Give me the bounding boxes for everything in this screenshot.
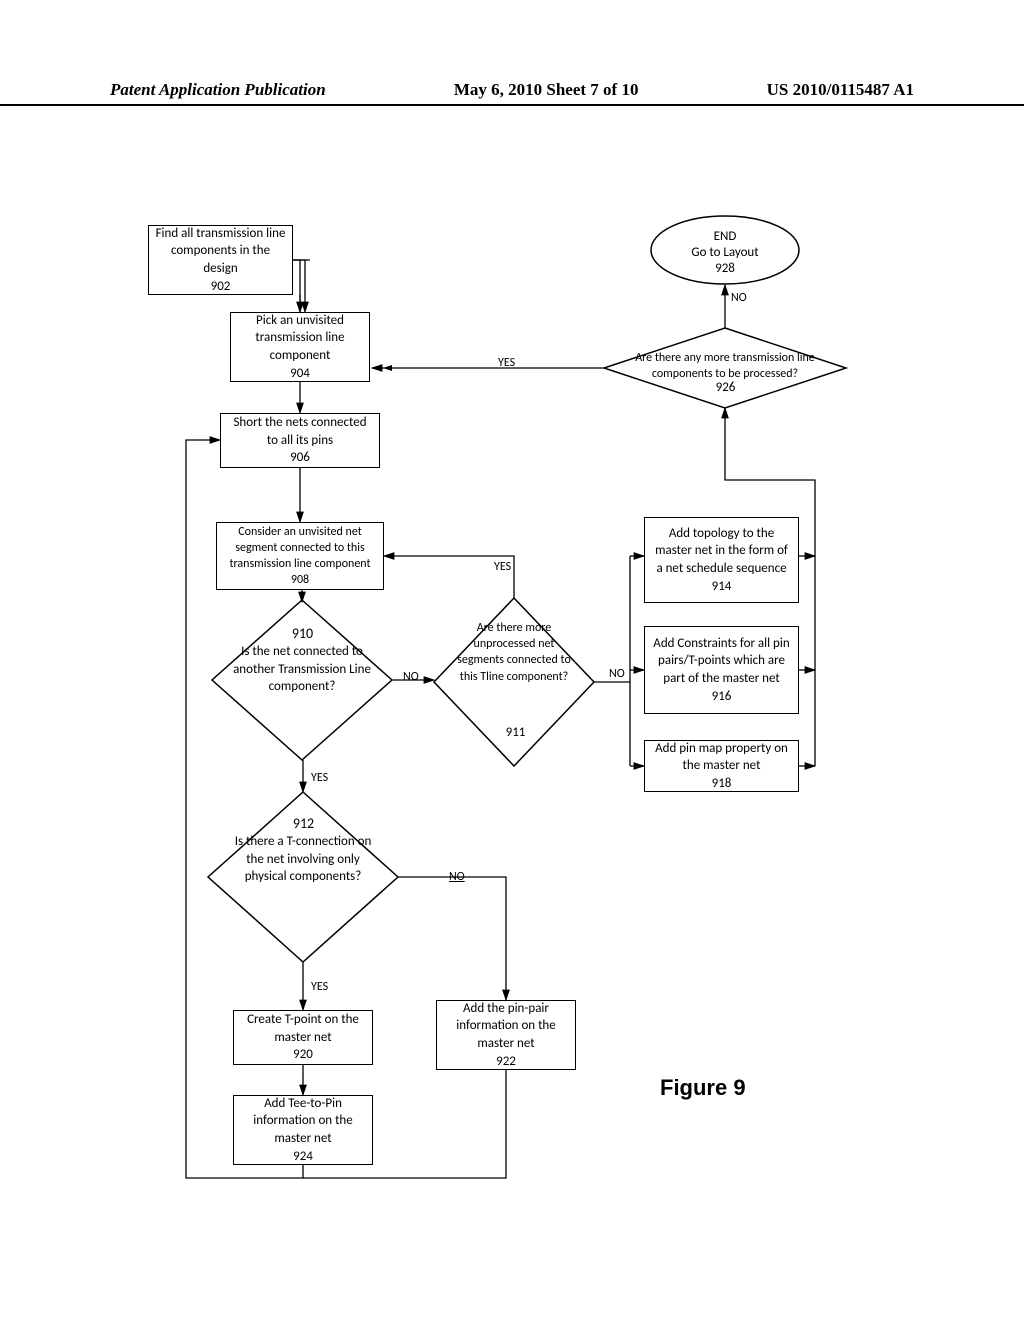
flowchart-arrows [0, 0, 1024, 1320]
page-container: Patent Application Publication May 6, 20… [0, 0, 1024, 1320]
